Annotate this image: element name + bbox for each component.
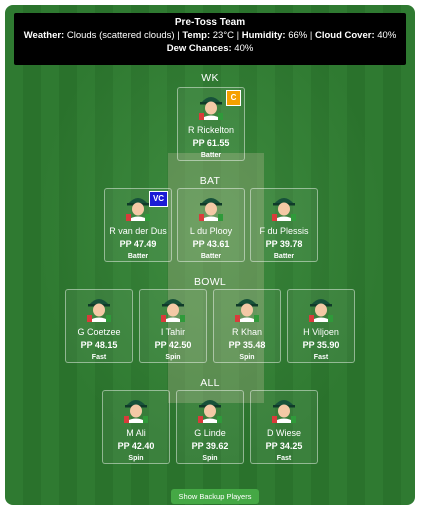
dew-label: Dew Chances:	[166, 43, 232, 54]
player-name: R van der Dus	[109, 226, 167, 236]
player-role: Batter	[200, 152, 222, 159]
captain-badge: C	[226, 90, 241, 106]
player-card-bowl-0[interactable]: G Coetzee PP 48.15 Fast	[65, 289, 133, 363]
player-role: Batter	[127, 253, 149, 260]
player-avatar-icon	[87, 299, 111, 322]
player-name: I Tahir	[160, 327, 186, 337]
player-avatar-icon	[198, 400, 222, 423]
humidity-value: 66% |	[285, 30, 315, 41]
player-points: PP 39.78	[265, 239, 303, 249]
weather-label: Weather:	[23, 30, 65, 41]
player-card-all-1[interactable]: G Linde PP 39.62 Spin	[176, 390, 244, 464]
section-label-bat: BAT	[199, 175, 221, 187]
player-avatar-icon	[235, 299, 259, 322]
player-card-bowl-3[interactable]: H Viljoen PP 35.90 Fast	[287, 289, 355, 363]
player-avatar-icon	[199, 198, 223, 221]
player-name: M Ali	[126, 428, 146, 438]
player-card-bowl-1[interactable]: I Tahir PP 42.50 Spin	[139, 289, 207, 363]
player-points: PP 47.49	[119, 239, 157, 249]
player-card-bat-0[interactable]: VC R van der Dus PP 47.49 Batter	[104, 188, 172, 262]
team-title: Pre-Toss Team	[174, 17, 246, 28]
player-points: PP 35.48	[228, 340, 266, 350]
player-role: Batter	[200, 253, 222, 260]
player-points: PP 42.50	[154, 340, 192, 350]
player-points: PP 34.25	[265, 441, 303, 451]
dew-value: 40%	[231, 43, 254, 54]
player-card-bowl-2[interactable]: R Khan PP 35.48 Spin	[213, 289, 281, 363]
temp-label: Temp:	[182, 30, 211, 41]
show-backup-players-button[interactable]: Show Backup Players	[171, 489, 259, 504]
section-label-wk: WK	[201, 72, 219, 84]
dew-line: Dew Chances: 40%	[14, 42, 406, 55]
player-avatar-icon	[161, 299, 185, 322]
player-avatar-icon	[126, 198, 150, 221]
player-role: Batter	[273, 253, 295, 260]
weather-value: Clouds (scattered clouds) |	[64, 30, 183, 41]
section-label-all: ALL	[200, 377, 220, 389]
player-role: Spin	[165, 354, 181, 361]
match-info-bar: Pre-Toss Team Weather: Clouds (scattered…	[14, 13, 406, 65]
player-card-wk-0[interactable]: C R Rickelton PP 61.55 Batter	[177, 87, 245, 161]
vice-captain-badge: VC	[149, 191, 168, 207]
player-name: F du Plessis	[259, 226, 309, 236]
player-avatar-icon	[309, 299, 333, 322]
player-avatar-icon	[272, 198, 296, 221]
player-name: R Rickelton	[187, 125, 234, 135]
player-points: PP 42.40	[117, 441, 155, 451]
player-name: H Viljoen	[303, 327, 339, 337]
player-card-bat-2[interactable]: F du Plessis PP 39.78 Batter	[250, 188, 318, 262]
player-role: Spin	[239, 354, 255, 361]
player-points: PP 43.61	[192, 239, 230, 249]
temp-value: 23°C |	[210, 30, 242, 41]
player-role: Fast	[91, 354, 107, 361]
player-avatar-icon	[124, 400, 148, 423]
cloud-cover-label: Cloud Cover:	[314, 30, 375, 41]
cricket-field: Pre-Toss Team Weather: Clouds (scattered…	[5, 5, 415, 505]
player-name: G Linde	[194, 428, 226, 438]
player-card-all-0[interactable]: M Ali PP 42.40 Spin	[102, 390, 170, 464]
player-avatar-icon	[199, 97, 223, 120]
player-points: PP 48.15	[80, 340, 118, 350]
player-points: PP 39.62	[191, 441, 229, 451]
player-name: L du Plooy	[189, 226, 233, 236]
player-name: D Wiese	[266, 428, 301, 438]
player-role: Fast	[313, 354, 329, 361]
player-card-all-2[interactable]: D Wiese PP 34.25 Fast	[250, 390, 318, 464]
player-avatar-icon	[272, 400, 296, 423]
player-role: Spin	[128, 455, 144, 462]
player-role: Spin	[202, 455, 218, 462]
section-label-bowl: BOWL	[193, 276, 227, 288]
player-name: R Khan	[231, 327, 263, 337]
humidity-label: Humidity:	[241, 30, 286, 41]
weather-line: Weather: Clouds (scattered clouds) | Tem…	[14, 29, 406, 42]
cloud-cover-value: 40%	[374, 30, 397, 41]
player-name: G Coetzee	[77, 327, 121, 337]
player-card-bat-1[interactable]: L du Plooy PP 43.61 Batter	[177, 188, 245, 262]
player-points: PP 61.55	[192, 138, 230, 148]
player-role: Fast	[276, 455, 292, 462]
player-points: PP 35.90	[302, 340, 340, 350]
